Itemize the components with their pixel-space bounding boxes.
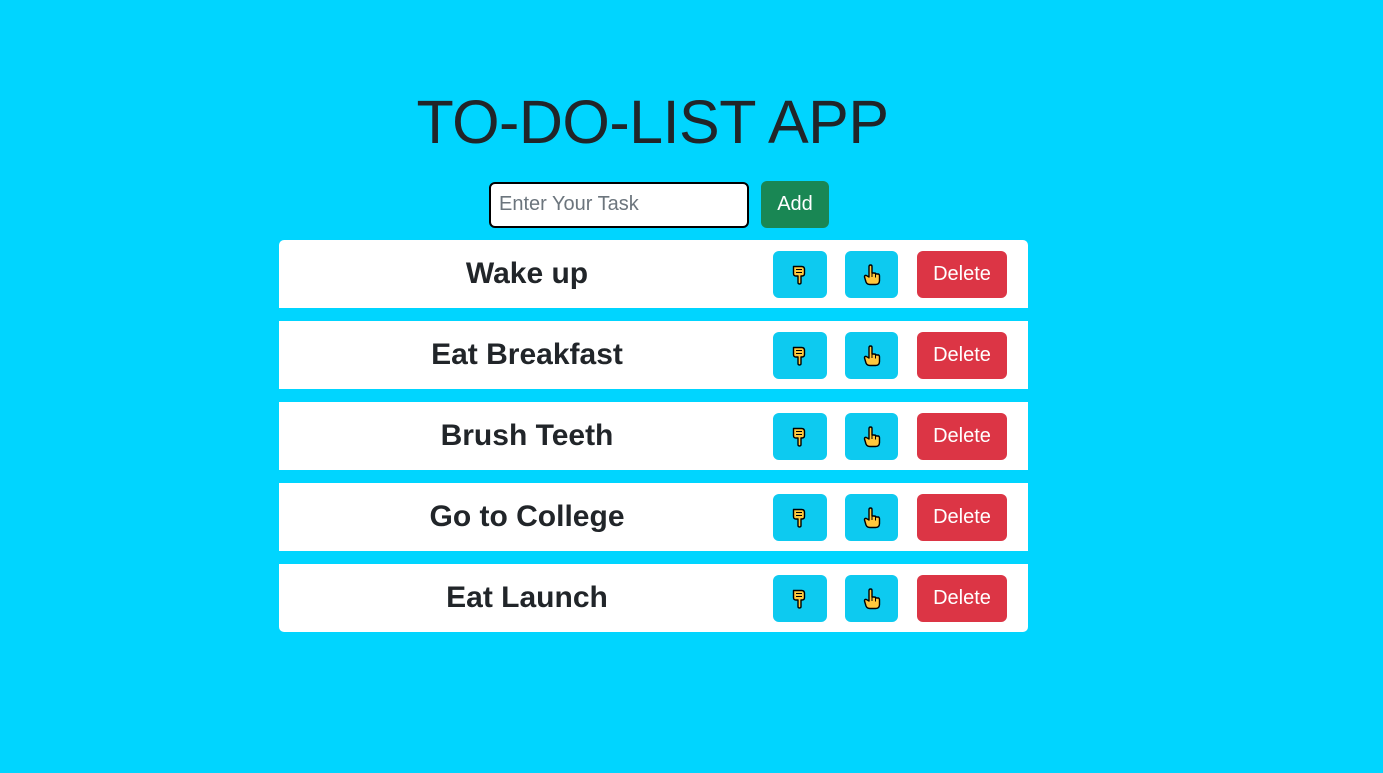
task-item: Eat Breakfast Delete — [279, 321, 1028, 389]
move-down-button[interactable] — [773, 251, 827, 298]
task-text: Eat Breakfast — [431, 338, 623, 371]
delete-button[interactable]: Delete — [917, 332, 1007, 379]
hand-pointing-down-icon — [792, 508, 808, 528]
hand-pointing-down-icon — [792, 589, 808, 609]
move-up-button[interactable] — [845, 251, 898, 298]
add-button[interactable]: Add — [761, 181, 829, 228]
task-item: Go to College Delete — [279, 483, 1028, 551]
move-down-button[interactable] — [773, 332, 827, 379]
task-item: Eat Launch Delete — [279, 564, 1028, 632]
hand-pointing-up-icon — [863, 506, 881, 529]
move-up-button[interactable] — [845, 575, 898, 622]
move-down-button[interactable] — [773, 413, 827, 460]
move-down-button[interactable] — [773, 494, 827, 541]
move-up-button[interactable] — [845, 413, 898, 460]
hand-pointing-up-icon — [863, 263, 881, 286]
task-text: Brush Teeth — [440, 419, 614, 452]
delete-button[interactable]: Delete — [917, 575, 1007, 622]
task-text: Go to College — [429, 500, 625, 533]
delete-button[interactable]: Delete — [917, 494, 1007, 541]
delete-button[interactable]: Delete — [917, 251, 1007, 298]
task-item: Brush Teeth Delete — [279, 402, 1028, 470]
delete-button[interactable]: Delete — [917, 413, 1007, 460]
move-up-button[interactable] — [845, 494, 898, 541]
task-list: Wake up Delete Eat Breakfast Delete Brus… — [279, 240, 1028, 632]
hand-pointing-up-icon — [863, 425, 881, 448]
task-text: Wake up — [465, 257, 589, 290]
task-text: Eat Launch — [446, 581, 608, 614]
move-up-button[interactable] — [845, 332, 898, 379]
page-title: TO-DO-LIST APP — [416, 88, 889, 156]
hand-pointing-down-icon — [792, 346, 808, 366]
task-item: Wake up Delete — [279, 240, 1028, 308]
task-input[interactable] — [489, 181, 749, 228]
hand-pointing-down-icon — [792, 265, 808, 285]
hand-pointing-up-icon — [863, 587, 881, 610]
hand-pointing-down-icon — [792, 427, 808, 447]
hand-pointing-up-icon — [863, 344, 881, 367]
move-down-button[interactable] — [773, 575, 827, 622]
task-input-row: Add — [489, 181, 829, 228]
